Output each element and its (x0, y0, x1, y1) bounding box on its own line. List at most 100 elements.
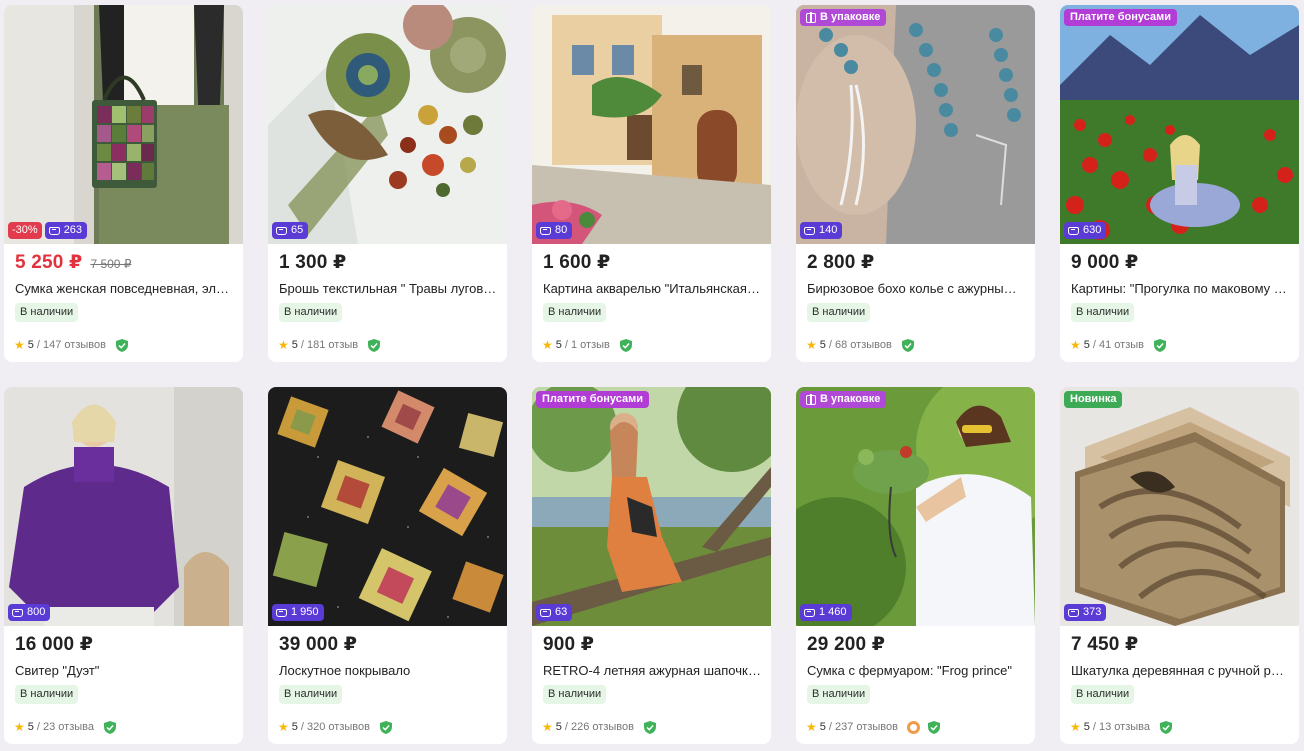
stock-badge: В наличии (543, 685, 607, 704)
orders-badge: 263 (44, 222, 88, 239)
product-card[interactable]: -30% 263 5 250 ₽ 7 500 ₽ Сумка женская п… (4, 5, 243, 362)
product-photo[interactable]: Платите бонусами 630 (1060, 5, 1299, 244)
verified-shield-icon (901, 338, 914, 352)
verified-shield-icon (619, 338, 632, 352)
gift-tag: В упаковке (800, 391, 887, 408)
gift-icon (806, 393, 816, 405)
orders-badge: 630 (1064, 222, 1107, 239)
orders-badge: 65 (272, 222, 309, 239)
rating: ★ 5 / 41 отзыв (1070, 338, 1167, 352)
gift-tag: В упаковке (800, 9, 887, 26)
product-title[interactable]: Шкатулка деревянная с ручной ре… (1071, 663, 1289, 678)
product-price: 29 200 ₽ (807, 634, 886, 655)
stock-badge: В наличии (1071, 303, 1135, 322)
product-price: 2 800 ₽ (807, 252, 875, 273)
review-count[interactable]: / 226 отзывов (565, 721, 634, 733)
star-icon: ★ (1070, 720, 1081, 734)
star-icon: ★ (806, 338, 817, 352)
old-price: 7 500 ₽ (90, 257, 132, 271)
review-count[interactable]: / 1 отзыв (565, 339, 610, 351)
product-price: 16 000 ₽ (15, 634, 94, 655)
cart-icon (804, 608, 815, 617)
product-photo[interactable]: Платите бонусами 63 (532, 387, 771, 626)
review-count[interactable]: / 237 отзывов (829, 721, 898, 733)
review-count[interactable]: / 23 отзыва (37, 721, 94, 733)
verified-shield-icon (643, 720, 656, 734)
product-grid: -30% 263 5 250 ₽ 7 500 ₽ Сумка женская п… (4, 5, 1304, 751)
product-title[interactable]: Брошь текстильная " Травы лугов… (279, 281, 497, 296)
verified-shield-icon (104, 720, 116, 734)
stock-badge: В наличии (543, 303, 607, 322)
product-price: 39 000 ₽ (279, 634, 358, 655)
star-icon: ★ (806, 720, 817, 734)
product-title[interactable]: Сумка с фермуаром: "Frog prince" (807, 663, 1025, 678)
rating: ★ 5 / 23 отзыва (14, 720, 116, 734)
star-icon: ★ (542, 338, 553, 352)
cart-icon (1068, 226, 1079, 235)
orders-badge: 1 950 (272, 604, 324, 621)
product-photo[interactable]: -30% 263 (4, 5, 243, 244)
product-photo[interactable]: 800 (4, 387, 243, 626)
stock-badge: В наличии (807, 303, 871, 322)
product-title[interactable]: Бирюзовое бохо колье с ажурным … (807, 281, 1025, 296)
cart-icon (1068, 608, 1079, 617)
rating: ★ 5 / 68 отзывов (806, 338, 914, 352)
product-card[interactable]: Платите бонусами 63 900 ₽ RETRO-4 летняя… (532, 387, 771, 744)
product-price: 7 450 ₽ (1071, 634, 1139, 655)
orders-badge: 80 (536, 222, 573, 239)
new-tag: Новинка (1064, 391, 1123, 408)
stock-badge: В наличии (279, 685, 343, 704)
cart-icon (804, 226, 815, 235)
product-title[interactable]: Свитер "Дуэт" (15, 663, 233, 678)
review-count[interactable]: / 147 отзывов (37, 339, 106, 351)
discount-badge: -30% (8, 222, 42, 239)
cart-icon (276, 608, 287, 617)
bonus-tag: Платите бонусами (536, 391, 649, 408)
rating: ★ 5 / 181 отзыв (278, 338, 381, 352)
product-card[interactable]: 65 1 300 ₽ Брошь текстильная " Травы луг… (268, 5, 507, 362)
product-title[interactable]: Картина акварелью "Итальянская … (543, 281, 761, 296)
medal-icon (906, 720, 920, 734)
cart-icon (540, 608, 551, 617)
product-title[interactable]: Лоскутное покрывало (279, 663, 497, 678)
cart-icon (276, 226, 287, 235)
product-title[interactable]: Сумка женская повседневная, эле… (15, 281, 233, 296)
review-count[interactable]: / 320 отзывов (301, 721, 370, 733)
product-photo[interactable]: В упаковке 140 (796, 5, 1035, 244)
verified-shield-icon (1154, 338, 1167, 352)
review-count[interactable]: / 181 отзыв (301, 339, 358, 351)
verified-shield-icon (379, 720, 392, 734)
verified-shield-icon (927, 720, 940, 734)
product-card[interactable]: 80 1 600 ₽ Картина акварелью "Итальянска… (532, 5, 771, 362)
product-price: 1 600 ₽ (543, 252, 611, 273)
product-price: 5 250 ₽ (15, 252, 83, 273)
product-card[interactable]: Платите бонусами 630 9 000 ₽ Картины: "П… (1060, 5, 1299, 362)
product-title[interactable]: RETRO-4 летняя ажурная шапочка … (543, 663, 761, 678)
bonus-tag: Платите бонусами (1064, 9, 1177, 26)
product-photo[interactable]: 80 (532, 5, 771, 244)
product-card[interactable]: 800 16 000 ₽ Свитер "Дуэт" В наличии ★ 5… (4, 387, 243, 744)
product-photo[interactable]: В упаковке 1 460 (796, 387, 1035, 626)
product-card[interactable]: Новинка 373 7 450 ₽ Шкатулка деревянная … (1060, 387, 1299, 744)
stock-badge: В наличии (807, 685, 871, 704)
review-count[interactable]: / 68 отзывов (829, 339, 892, 351)
orders-badge: 373 (1064, 604, 1107, 621)
review-count[interactable]: / 13 отзыва (1093, 721, 1150, 733)
gift-icon (806, 11, 816, 23)
product-photo[interactable]: 65 (268, 5, 507, 244)
product-price: 9 000 ₽ (1071, 252, 1139, 273)
product-title[interactable]: Картины: "Прогулка по маковому п… (1071, 281, 1289, 296)
product-card[interactable]: В упаковке 140 2 800 ₽ Бирюзовое бохо ко… (796, 5, 1035, 362)
rating: ★ 5 / 147 отзывов (14, 338, 128, 352)
verified-shield-icon (368, 338, 381, 352)
rating: ★ 5 / 237 отзывов (806, 720, 940, 734)
product-card[interactable]: 1 950 39 000 ₽ Лоскутное покрывало В нал… (268, 387, 507, 744)
review-count[interactable]: / 41 отзыв (1093, 339, 1144, 351)
star-icon: ★ (278, 338, 289, 352)
product-photo[interactable]: 1 950 (268, 387, 507, 626)
orders-badge: 63 (536, 604, 573, 621)
product-price: 1 300 ₽ (279, 252, 347, 273)
star-icon: ★ (542, 720, 553, 734)
product-photo[interactable]: Новинка 373 (1060, 387, 1299, 626)
product-card[interactable]: В упаковке 1 460 29 200 ₽ Сумка с фермуа… (796, 387, 1035, 744)
